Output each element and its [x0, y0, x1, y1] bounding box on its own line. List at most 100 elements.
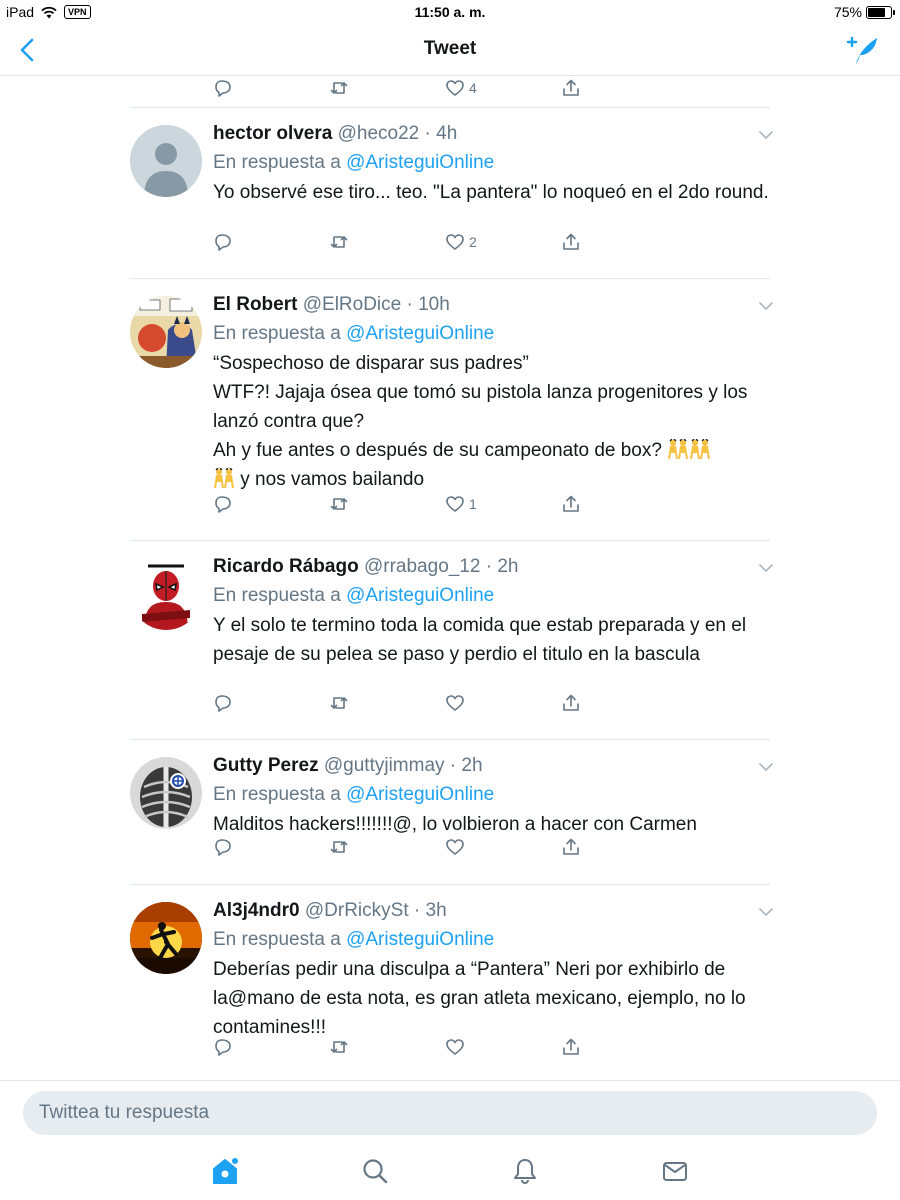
mention-link[interactable]: @AristeguiOnline: [346, 323, 494, 344]
chevron-down-icon[interactable]: [757, 758, 775, 776]
reply-tweet[interactable]: Ricardo Rábago @rrabago_12 · 2h En respu…: [130, 541, 775, 740]
share-button[interactable]: [561, 835, 581, 859]
mention-link[interactable]: @AristeguiOnline: [346, 929, 494, 950]
retweet-button[interactable]: [329, 835, 349, 859]
tweet-header: Ricardo Rábago @rrabago_12 · 2h: [213, 553, 773, 581]
retweet-button[interactable]: [329, 230, 349, 254]
user-handle[interactable]: @guttyjimmay: [324, 755, 445, 776]
timestamp: 10h: [418, 294, 450, 315]
separator: ·: [419, 123, 437, 144]
share-button[interactable]: [561, 691, 581, 715]
compose-tweet-icon[interactable]: [846, 34, 880, 66]
display-name[interactable]: Gutty Perez: [213, 755, 319, 776]
mention-link[interactable]: @AristeguiOnline: [346, 152, 494, 173]
mention-link[interactable]: @AristeguiOnline: [346, 585, 494, 606]
reply-input[interactable]: [23, 1091, 877, 1135]
avatar[interactable]: [130, 296, 202, 368]
retweet-button[interactable]: [329, 691, 349, 715]
chevron-down-icon[interactable]: [757, 126, 775, 144]
default-avatar-icon: [130, 125, 202, 197]
like-icon: [446, 234, 464, 250]
tweet-body: Ricardo Rábago @rrabago_12 · 2h En respu…: [213, 553, 775, 712]
reply-button[interactable]: [213, 76, 233, 100]
like-count: 4: [469, 80, 477, 96]
tab-bar: [0, 1144, 900, 1200]
reply-button[interactable]: [213, 492, 233, 516]
dancers-emoji-icon: [690, 439, 711, 459]
tweet-text-line: Y el solo te termino toda la comida que …: [213, 615, 747, 665]
like-button[interactable]: [445, 1035, 469, 1059]
user-handle[interactable]: @heco22: [338, 123, 420, 144]
retweet-button[interactable]: [329, 492, 349, 516]
reply-button[interactable]: [213, 1035, 233, 1059]
share-icon: [563, 233, 579, 250]
like-button[interactable]: [445, 835, 469, 859]
parent-tweet-actions: 4: [130, 76, 770, 108]
like-icon: [446, 80, 464, 96]
share-icon: [563, 495, 579, 512]
dancers-emoji-icon: [214, 468, 234, 488]
like-button[interactable]: 1: [445, 492, 477, 516]
in-reply-to: En respuesta a @AristeguiOnline: [213, 148, 773, 178]
like-icon: [446, 1039, 464, 1055]
tweet-text-segment: y nos vamos bailando: [240, 469, 425, 490]
like-button[interactable]: 4: [445, 76, 477, 100]
retweet-icon: [330, 841, 348, 853]
display-name[interactable]: Al3j4ndr0: [213, 900, 300, 921]
retweet-icon: [330, 697, 348, 709]
in-reply-label: En respuesta a: [213, 784, 341, 805]
like-button[interactable]: [445, 691, 469, 715]
like-count: 2: [469, 234, 477, 250]
user-handle[interactable]: @rrabago_12: [364, 556, 480, 577]
tweet-header: Gutty Perez @guttyjimmay · 2h: [213, 752, 773, 780]
in-reply-label: En respuesta a: [213, 585, 341, 606]
search-icon[interactable]: [360, 1156, 390, 1186]
retweet-button[interactable]: [329, 76, 349, 100]
tweet-text-line: Ah y fue antes o después de su campeonat…: [213, 436, 773, 465]
display-name[interactable]: El Robert: [213, 294, 297, 315]
reply-tweet[interactable]: El Robert @ElRoDice · 10h En respuesta a…: [130, 279, 773, 541]
avatar[interactable]: [130, 757, 202, 829]
action-bar: 1: [213, 492, 773, 516]
tweet-header: hector olvera @heco22 · 4h: [213, 120, 773, 148]
in-reply-label: En respuesta a: [213, 929, 341, 950]
reply-feed[interactable]: 4 hector olvera @heco22 · 4h En respuest…: [0, 76, 900, 1080]
deadpool-avatar-icon: [130, 558, 202, 630]
share-button[interactable]: [561, 76, 581, 100]
runner-sunset-avatar-icon: [130, 902, 202, 974]
avatar[interactable]: [130, 558, 202, 630]
notifications-icon[interactable]: [510, 1156, 540, 1186]
chevron-down-icon[interactable]: [757, 559, 775, 577]
reply-tweet[interactable]: Al3j4ndr0 @DrRickySt · 3h En respuesta a…: [130, 885, 773, 1080]
chevron-down-icon[interactable]: [757, 903, 775, 921]
reply-tweet[interactable]: hector olvera @heco22 · 4h En respuesta …: [130, 108, 773, 279]
user-handle[interactable]: @DrRickySt: [305, 900, 409, 921]
chevron-down-icon[interactable]: [757, 297, 775, 315]
mention-link[interactable]: @AristeguiOnline: [346, 784, 494, 805]
tweet-body: Gutty Perez @guttyjimmay · 2h En respues…: [213, 752, 775, 856]
home-icon[interactable]: [210, 1156, 240, 1186]
reply-button[interactable]: [213, 691, 233, 715]
display-name[interactable]: hector olvera: [213, 123, 332, 144]
retweet-button[interactable]: [329, 1035, 349, 1059]
share-button[interactable]: [561, 1035, 581, 1059]
reply-button[interactable]: [213, 835, 233, 859]
action-bar: [213, 691, 773, 715]
like-button[interactable]: 2: [445, 230, 477, 254]
tweet-text-line: WTF?! Jajaja ósea que tomó su pistola la…: [213, 382, 748, 432]
tweet-text: “Sospechoso de disparar sus padres” WTF?…: [213, 349, 773, 494]
reply-tweet[interactable]: Gutty Perez @guttyjimmay · 2h En respues…: [130, 740, 775, 885]
in-reply-to: En respuesta a @AristeguiOnline: [213, 319, 773, 349]
user-handle[interactable]: @ElRoDice: [303, 294, 401, 315]
reply-button[interactable]: [213, 230, 233, 254]
messages-icon[interactable]: [660, 1156, 690, 1186]
clock: 11:50 a. m.: [414, 4, 486, 20]
avatar[interactable]: [130, 125, 202, 197]
display-name[interactable]: Ricardo Rábago: [213, 556, 359, 577]
share-button[interactable]: [561, 230, 581, 254]
in-reply-to: En respuesta a @AristeguiOnline: [213, 925, 773, 955]
avatar[interactable]: [130, 902, 202, 974]
in-reply-to: En respuesta a @AristeguiOnline: [213, 581, 773, 611]
share-button[interactable]: [561, 492, 581, 516]
page-title: Tweet: [423, 38, 477, 59]
